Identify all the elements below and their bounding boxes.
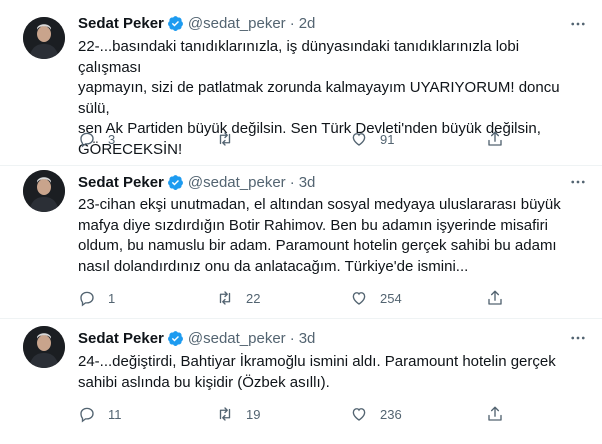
separator-dot: · bbox=[289, 329, 295, 347]
tweet-timestamp[interactable]: 3d bbox=[299, 330, 316, 347]
retweet-icon bbox=[219, 132, 231, 146]
more-options-icon[interactable] bbox=[568, 172, 588, 192]
heart-icon bbox=[352, 408, 366, 421]
tweet-1[interactable]: Sedat Peker @sedat_peker · 2d 22-...bası… bbox=[0, 0, 602, 165]
tweet-2[interactable]: Sedat Peker @sedat_peker · 3d 23-cihan e… bbox=[0, 166, 602, 318]
author-handle[interactable]: @sedat_peker bbox=[188, 174, 286, 191]
like-button[interactable]: 236 bbox=[350, 404, 402, 424]
retweet-icon bbox=[219, 407, 231, 421]
tweet-3[interactable]: Sedat Peker @sedat_peker · 3d 24-...deği… bbox=[0, 319, 602, 444]
reply-icon bbox=[80, 291, 94, 307]
author-handle[interactable]: @sedat_peker bbox=[188, 330, 286, 347]
share-icon bbox=[488, 131, 502, 146]
reply-button[interactable]: 1 bbox=[78, 288, 115, 308]
like-button[interactable]: 254 bbox=[350, 288, 402, 308]
tweet-text: 23-cihan ekşi unutmadan, el altından sos… bbox=[78, 196, 561, 275]
tweet-header: Sedat Peker @sedat_peker · 3d bbox=[78, 327, 315, 349]
verified-badge-icon bbox=[167, 330, 183, 346]
avatar[interactable] bbox=[23, 17, 65, 59]
author-name[interactable]: Sedat Peker bbox=[78, 15, 164, 32]
tweet-actions: 3 91 bbox=[78, 129, 598, 149]
author-handle[interactable]: @sedat_peker bbox=[188, 15, 286, 32]
heart-icon bbox=[352, 133, 366, 146]
retweet-button[interactable] bbox=[216, 129, 246, 149]
verified-badge-icon bbox=[167, 15, 183, 31]
more-options-icon[interactable] bbox=[568, 328, 588, 348]
reply-button[interactable]: 11 bbox=[78, 404, 122, 424]
author-name[interactable]: Sedat Peker bbox=[78, 174, 164, 191]
author-name[interactable]: Sedat Peker bbox=[78, 330, 164, 347]
retweet-button[interactable]: 22 bbox=[216, 288, 260, 308]
tweet-header: Sedat Peker @sedat_peker · 3d bbox=[78, 171, 315, 193]
like-count: 254 bbox=[380, 290, 402, 306]
retweet-count: 19 bbox=[246, 406, 261, 422]
reply-button[interactable]: 3 bbox=[78, 129, 115, 149]
tweet-timestamp[interactable]: 3d bbox=[299, 174, 316, 191]
like-count: 91 bbox=[380, 131, 395, 147]
retweet-count: 22 bbox=[246, 290, 261, 306]
tweet-actions: 11 19 236 bbox=[78, 404, 598, 424]
separator-dot: · bbox=[289, 14, 295, 32]
share-button[interactable] bbox=[486, 129, 504, 149]
share-icon bbox=[488, 406, 502, 421]
tweet-timestamp[interactable]: 2d bbox=[299, 15, 316, 32]
share-button[interactable] bbox=[486, 404, 504, 424]
retweet-button[interactable]: 19 bbox=[216, 404, 260, 424]
reply-icon bbox=[80, 132, 94, 148]
like-button[interactable]: 91 bbox=[350, 129, 394, 149]
share-icon bbox=[488, 290, 502, 305]
reply-count: 11 bbox=[108, 406, 122, 422]
tweet-text: 24-...değiştirdi, Bahtiyar İkramoğlu ism… bbox=[78, 353, 556, 391]
reply-icon bbox=[80, 407, 94, 423]
share-button[interactable] bbox=[486, 288, 504, 308]
reply-count: 1 bbox=[108, 290, 116, 306]
retweet-icon bbox=[219, 291, 231, 305]
more-options-icon[interactable] bbox=[568, 14, 588, 34]
tweet-actions: 1 22 254 bbox=[78, 288, 598, 308]
verified-badge-icon bbox=[167, 174, 183, 190]
tweet-header: Sedat Peker @sedat_peker · 2d bbox=[78, 12, 315, 34]
reply-count: 3 bbox=[108, 131, 116, 147]
heart-icon bbox=[352, 292, 366, 305]
avatar[interactable] bbox=[23, 170, 65, 212]
like-count: 236 bbox=[380, 406, 402, 422]
avatar[interactable] bbox=[23, 326, 65, 368]
separator-dot: · bbox=[289, 173, 295, 191]
